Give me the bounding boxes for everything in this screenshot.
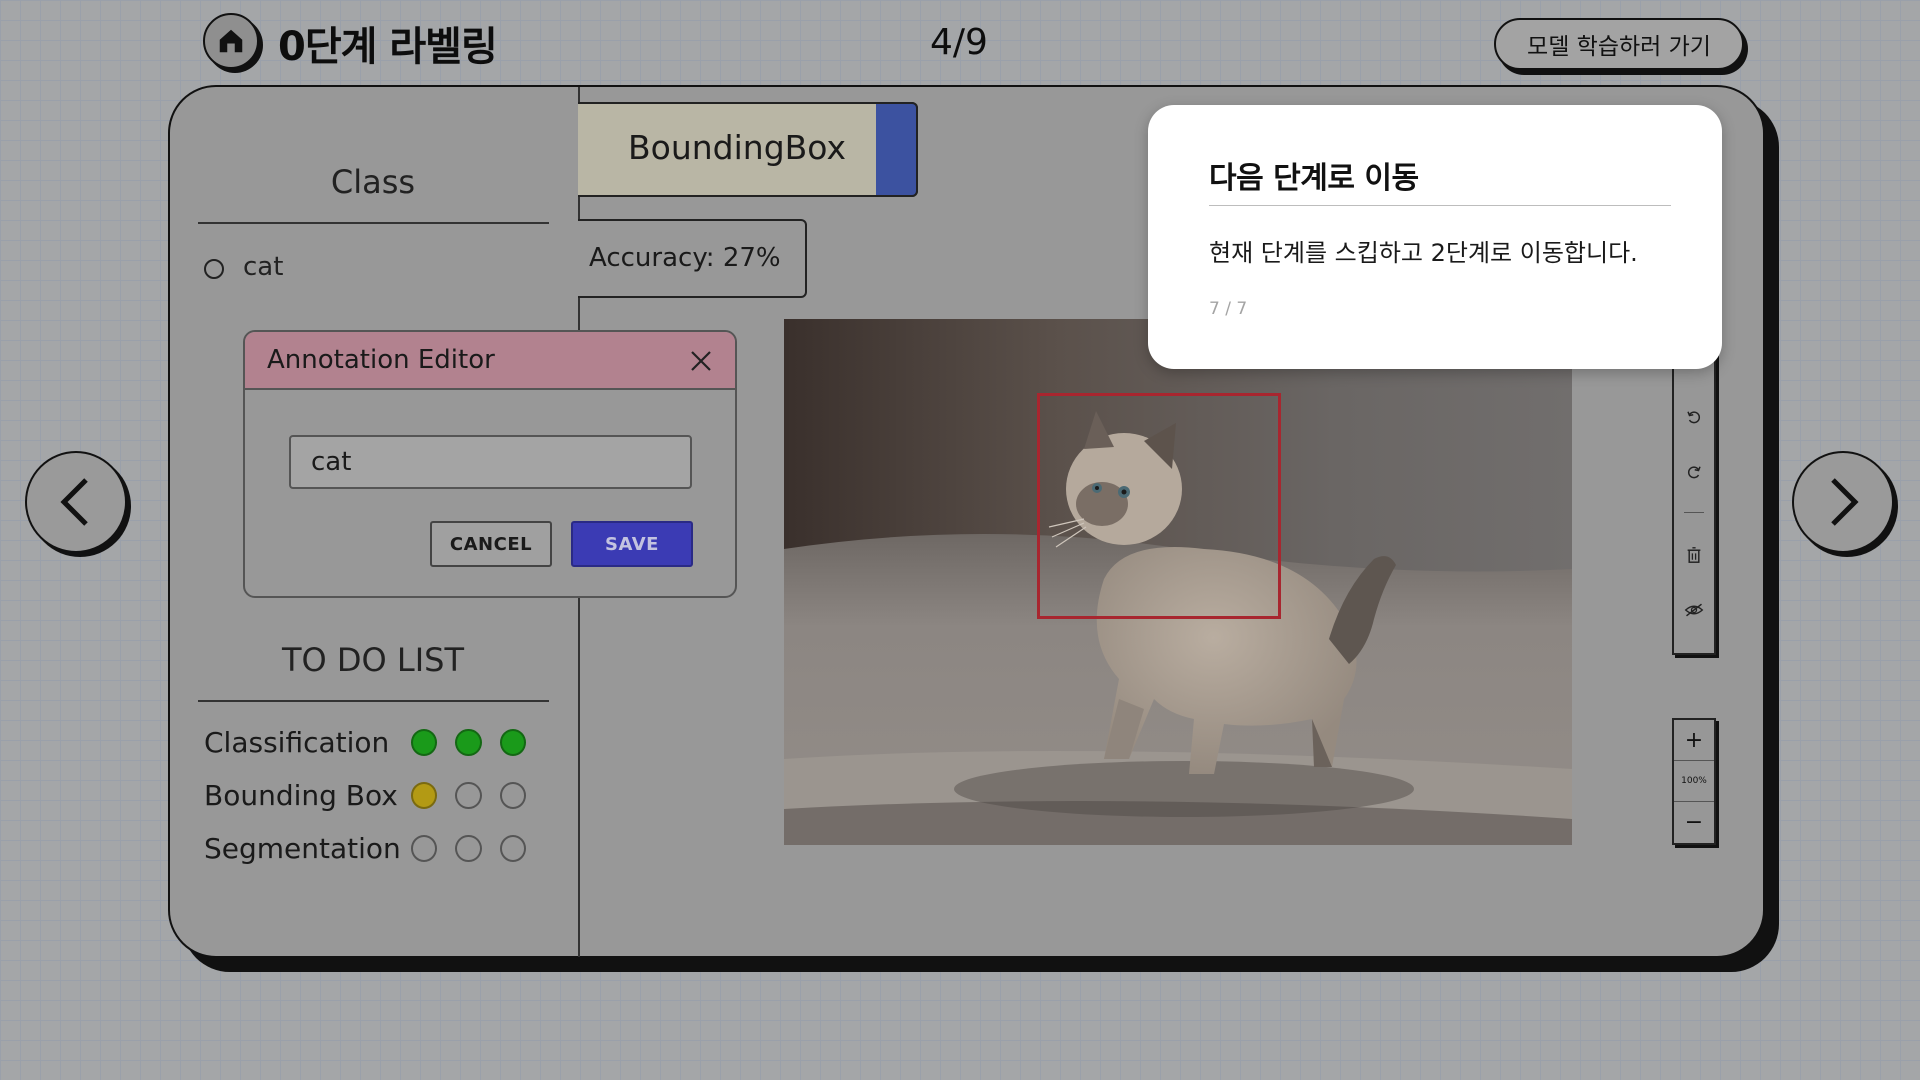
todo-item: Bounding Box xyxy=(204,775,544,815)
cancel-button[interactable]: CANCEL xyxy=(430,521,552,567)
hide-icon[interactable] xyxy=(1684,600,1704,620)
status-dot xyxy=(499,781,526,809)
status-dot xyxy=(499,728,526,756)
dialog-title: Annotation Editor xyxy=(267,345,495,375)
class-label: cat xyxy=(243,252,284,282)
close-button[interactable] xyxy=(688,348,714,374)
divider xyxy=(198,700,549,702)
todo-item: Segmentation xyxy=(204,828,544,868)
divider xyxy=(198,222,549,224)
tab-bounding-box-label: BoundingBox xyxy=(628,128,846,167)
next-page-button[interactable] xyxy=(1792,451,1894,553)
zoom-controls: + 100% − xyxy=(1672,718,1716,845)
go-train-model-button[interactable]: 모델 학습하러 가기 xyxy=(1494,18,1744,70)
annotation-editor-dialog: Annotation Editor cat CANCEL SAVE xyxy=(243,330,737,598)
home-icon xyxy=(219,29,243,53)
status-dot xyxy=(455,781,482,809)
toolbar-divider xyxy=(1684,512,1704,513)
previous-page-button[interactable] xyxy=(25,451,127,553)
tooltip-title: 다음 단계로 이동 xyxy=(1209,161,1419,196)
todo-label: Bounding Box xyxy=(204,778,398,812)
undo-icon[interactable] xyxy=(1684,407,1704,427)
tour-tooltip: 다음 단계로 이동 현재 단계를 스킵하고 2단계로 이동합니다. 7 / 7 xyxy=(1148,105,1722,369)
chevron-left-icon xyxy=(60,478,88,526)
todo-item: Classification xyxy=(204,722,544,762)
status-dot xyxy=(411,781,438,809)
stage-title: 0단계 라벨링 xyxy=(278,24,498,70)
close-icon xyxy=(691,351,711,371)
divider xyxy=(1209,205,1671,206)
todo-label: Classification xyxy=(204,725,390,759)
zoom-out-button[interactable]: − xyxy=(1674,802,1714,842)
tooltip-body: 현재 단계를 스킵하고 2단계로 이동합니다. xyxy=(1209,239,1638,267)
status-dot xyxy=(455,834,482,862)
class-panel-title: Class xyxy=(330,163,416,201)
delete-icon[interactable] xyxy=(1684,545,1704,565)
bounding-box-annotation[interactable] xyxy=(1037,393,1281,619)
zoom-in-button[interactable]: + xyxy=(1674,720,1714,760)
annotation-toolbar xyxy=(1672,340,1716,655)
page-counter: 4/9 xyxy=(930,22,988,63)
redo-icon[interactable] xyxy=(1684,462,1704,482)
status-dot xyxy=(411,728,438,756)
todo-label: Segmentation xyxy=(204,831,401,865)
active-tab-indicator xyxy=(876,102,918,197)
label-input[interactable]: cat xyxy=(289,435,692,489)
save-button[interactable]: SAVE xyxy=(571,521,693,567)
todo-title: TO DO LIST xyxy=(281,641,465,679)
chevron-right-icon xyxy=(1831,478,1859,526)
class-radio-cat[interactable] xyxy=(204,259,224,279)
status-dot xyxy=(499,834,526,862)
status-dot xyxy=(455,728,482,756)
tooltip-step-counter: 7 / 7 xyxy=(1209,299,1248,319)
zoom-level: 100% xyxy=(1681,776,1707,786)
accuracy-text: Accuracy: 27% xyxy=(589,243,781,273)
status-dot xyxy=(411,834,438,862)
home-button[interactable] xyxy=(203,13,259,69)
